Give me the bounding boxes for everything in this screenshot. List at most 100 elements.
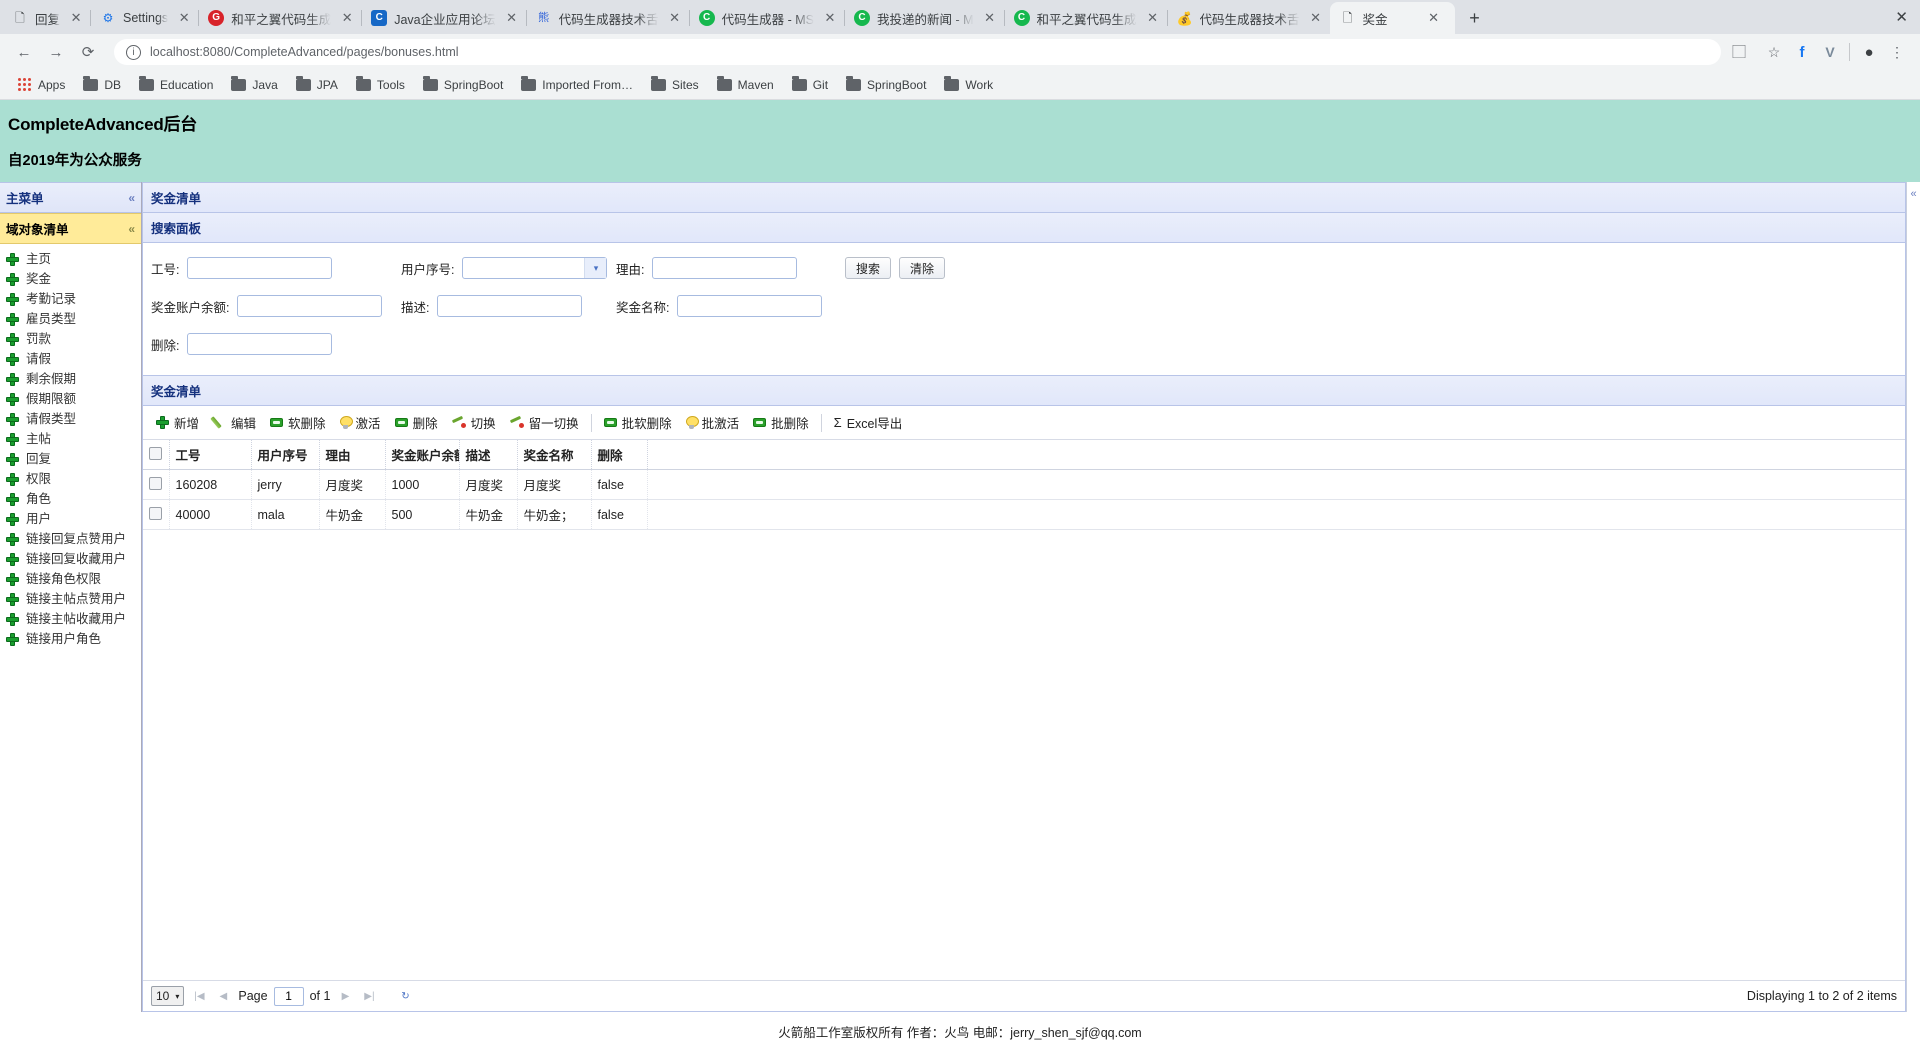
liyou-input[interactable] [652, 257, 798, 279]
bookmark-item[interactable]: Education [131, 75, 221, 95]
back-button[interactable]: ← [10, 38, 38, 66]
balance-input[interactable] [237, 295, 383, 317]
reload-button[interactable]: ⟳ [74, 38, 102, 66]
bookmark-item[interactable]: SpringBoot [415, 75, 511, 95]
browser-tab[interactable]: C 代码生成器 - MS ✕ [688, 2, 844, 34]
refresh-icon[interactable]: ↻ [396, 987, 414, 1005]
row-select-cell[interactable] [143, 469, 170, 500]
column-header-balance[interactable]: 奖金账户余额 [385, 440, 460, 470]
close-icon[interactable]: ✕ [822, 10, 838, 26]
bookmark-item[interactable]: Sites [643, 75, 707, 95]
chevron-left-icon[interactable]: « [1910, 188, 1916, 1012]
close-icon[interactable]: ✕ [1308, 10, 1324, 26]
sidebar-item-link-post-like-user[interactable]: 链接主帖点赞用户 [0, 589, 141, 609]
row-select-cell[interactable] [143, 499, 170, 530]
next-page-button[interactable]: ▶ [336, 987, 354, 1005]
last-page-button[interactable]: ▶| [360, 987, 378, 1005]
column-header-description[interactable]: 描述 [459, 440, 518, 470]
sidebar-item-remaining-leave[interactable]: 剩余假期 [0, 369, 141, 389]
browser-tab[interactable]: ⚙ Settings ✕ [90, 2, 198, 34]
gonghao-input[interactable] [187, 257, 333, 279]
browser-tab[interactable]: 熊 代码生成器技术舌 ✕ [525, 2, 689, 34]
bookmark-item[interactable]: Work [936, 75, 1001, 95]
bookmark-item[interactable]: Maven [709, 75, 782, 95]
keep-one-toggle-button[interactable]: 留一切换 [503, 411, 586, 434]
close-icon[interactable]: ✕ [176, 10, 192, 26]
close-icon[interactable]: ✕ [68, 10, 84, 26]
v-extension-icon[interactable]: V [1817, 39, 1843, 65]
browser-tab[interactable]: 🗋 回复 ✕ [2, 2, 90, 34]
sidebar-item-leave-quota[interactable]: 假期限额 [0, 389, 141, 409]
sidebar-item-link-post-fav-user[interactable]: 链接主帖收藏用户 [0, 609, 141, 629]
description-input[interactable] [437, 295, 583, 317]
user-seq-select[interactable]: ▾ [462, 257, 608, 279]
table-row[interactable]: 160208 jerry 月度奖 1000 月度奖 月度奖 false [143, 469, 1905, 500]
soft-delete-button[interactable]: 软删除 [263, 411, 333, 434]
select-all-checkbox[interactable] [149, 446, 162, 460]
delete-button[interactable]: 删除 [388, 411, 445, 434]
bookmark-star-icon[interactable]: ☆ [1761, 39, 1787, 65]
column-header-user-seq[interactable]: 用户序号 [251, 440, 320, 470]
close-icon[interactable]: ✕ [667, 10, 683, 26]
activate-button[interactable]: 激活 [333, 411, 388, 434]
close-icon[interactable]: ✕ [982, 10, 998, 26]
excel-export-button[interactable]: Σ Excel导出 [827, 411, 910, 434]
column-header-gonghao[interactable]: 工号 [169, 440, 252, 470]
table-row[interactable]: 40000 mala 牛奶金 500 牛奶金 牛奶金； false [143, 499, 1905, 530]
sidebar-main-menu-header[interactable]: 主菜单 « [0, 182, 141, 213]
browser-tab-active[interactable]: 🗋 奖金 ✕ [1329, 2, 1455, 34]
sidebar-item-fine[interactable]: 罚款 [0, 329, 141, 349]
sidebar-item-reply[interactable]: 回复 [0, 449, 141, 469]
row-checkbox[interactable] [149, 506, 162, 520]
browser-tab[interactable]: G 和平之翼代码生成 ✕ [198, 2, 361, 34]
page-size-select[interactable]: 10 ▾ [151, 986, 185, 1006]
sidebar-item-post[interactable]: 主帖 [0, 429, 141, 449]
deleted-input[interactable] [187, 333, 333, 355]
column-header-deleted[interactable]: 删除 [591, 440, 648, 470]
sidebar-item-link-reply-like-user[interactable]: 链接回复点赞用户 [0, 529, 141, 549]
sidebar-item-bonus[interactable]: 奖金 [0, 269, 141, 289]
bookmark-item[interactable]: JPA [288, 75, 346, 95]
chrome-menu-icon[interactable]: ⋮ [1884, 39, 1910, 65]
address-bar[interactable]: i localhost:8080/CompleteAdvanced/pages/… [114, 39, 1721, 65]
edit-button[interactable]: 编辑 [206, 411, 263, 434]
close-icon[interactable]: ✕ [1145, 10, 1161, 26]
prev-page-button[interactable]: ◀ [214, 987, 232, 1005]
chevron-up-icon[interactable]: « [128, 222, 135, 236]
profile-avatar-icon[interactable]: ● [1856, 39, 1882, 65]
sidebar-item-link-user-role[interactable]: 链接用户角色 [0, 629, 141, 649]
sidebar-item-permission[interactable]: 权限 [0, 469, 141, 489]
chevron-down-icon[interactable]: ▾ [584, 258, 607, 278]
batch-delete-button[interactable]: 批删除 [746, 411, 816, 434]
bookmark-apps[interactable]: Apps [10, 75, 73, 95]
sidebar-accordion-header[interactable]: 域对象清单 « [0, 213, 141, 244]
bookmark-item[interactable]: SpringBoot [838, 75, 934, 95]
browser-tab[interactable]: 💰 代码生成器技术舌 ✕ [1166, 2, 1330, 34]
forward-button[interactable]: → [42, 38, 70, 66]
sidebar-item-leave-type[interactable]: 请假类型 [0, 409, 141, 429]
batch-soft-delete-button[interactable]: 批软删除 [597, 411, 679, 434]
bookmark-item[interactable]: DB [75, 75, 129, 95]
browser-tab[interactable]: C Java企业应用论坛 ✕ [361, 2, 525, 34]
bookmark-item[interactable]: Imported From… [513, 75, 641, 95]
sidebar-item-leave[interactable]: 请假 [0, 349, 141, 369]
bookmark-item[interactable]: Git [784, 75, 836, 95]
bookmark-item[interactable]: Tools [348, 75, 413, 95]
bookmark-item[interactable]: Java [223, 75, 285, 95]
sidebar-item-attendance[interactable]: 考勤记录 [0, 289, 141, 309]
sidebar-item-employee-type[interactable]: 雇员类型 [0, 309, 141, 329]
batch-activate-button[interactable]: 批激活 [679, 411, 747, 434]
new-tab-button[interactable]: + [1461, 4, 1489, 32]
close-icon[interactable]: ✕ [1426, 10, 1442, 26]
first-page-button[interactable]: |◀ [190, 987, 208, 1005]
sidebar-item-link-role-permission[interactable]: 链接角色权限 [0, 569, 141, 589]
right-collapse-rail[interactable]: « [1906, 182, 1920, 1012]
clear-button[interactable]: 清除 [899, 257, 946, 279]
browser-tab[interactable]: C 和平之翼代码生成 ✕ [1003, 2, 1167, 34]
page-number-input[interactable] [273, 986, 304, 1006]
toggle-button[interactable]: 切换 [445, 411, 503, 434]
search-button[interactable]: 搜索 [845, 257, 892, 279]
sidebar-item-role[interactable]: 角色 [0, 489, 141, 509]
sidebar-item-user[interactable]: 用户 [0, 509, 141, 529]
browser-tab[interactable]: C 我投递的新闻 - M ✕ [843, 2, 1004, 34]
